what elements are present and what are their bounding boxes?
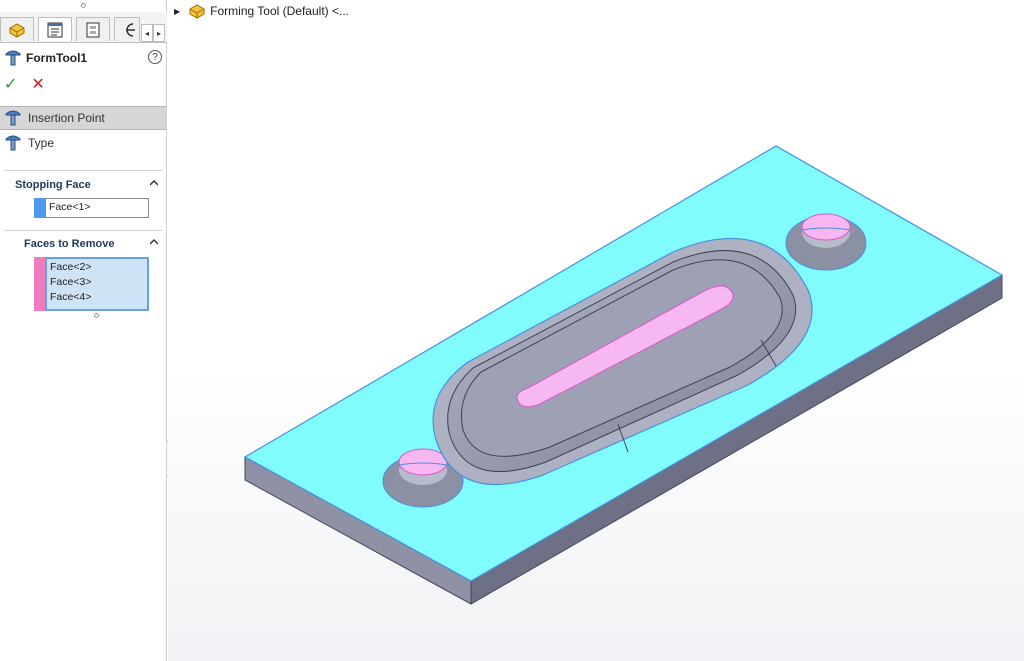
dimxpert-icon bbox=[126, 22, 135, 37]
property-manager-panel: ◂ ▸ FormTool1 ? ✓ ✕ Insertion Point Type… bbox=[0, 0, 167, 661]
tab-scroll-right-button[interactable]: ▸ bbox=[153, 24, 165, 42]
form-tool-icon bbox=[5, 50, 21, 66]
feature-title: FormTool1 bbox=[26, 51, 88, 65]
face-to-remove-top[interactable] bbox=[801, 213, 851, 241]
step-type[interactable]: Type bbox=[0, 131, 166, 155]
tab-feature-manager[interactable] bbox=[0, 17, 34, 41]
collapse-caret-icon[interactable] bbox=[150, 179, 158, 187]
list-item[interactable]: Face<2> bbox=[47, 260, 147, 275]
form-tool-icon bbox=[5, 135, 21, 151]
step-label: Insertion Point bbox=[28, 111, 105, 125]
configuration-manager-icon bbox=[86, 22, 100, 37]
property-manager-icon bbox=[47, 22, 63, 37]
faces-to-remove-list[interactable]: Face<2> Face<3> Face<4> bbox=[45, 257, 149, 311]
list-item[interactable]: Face<3> bbox=[47, 275, 147, 290]
panel-top-grip[interactable] bbox=[0, 0, 166, 10]
divider bbox=[4, 230, 162, 231]
manager-tabs: ◂ ▸ bbox=[0, 12, 167, 43]
tab-dimxpert[interactable] bbox=[114, 17, 140, 41]
stopping-face-list[interactable]: Face<1> bbox=[45, 198, 149, 218]
face-to-remove-top[interactable] bbox=[398, 448, 448, 476]
list-item[interactable]: Face<4> bbox=[47, 290, 147, 305]
help-button[interactable]: ? bbox=[148, 50, 162, 64]
tab-configuration-manager[interactable] bbox=[76, 17, 110, 41]
graphics-viewport[interactable]: ▶ Forming Tool (Default) <... bbox=[168, 0, 1024, 661]
step-label: Type bbox=[28, 136, 55, 150]
tab-scroll-left-button[interactable]: ◂ bbox=[141, 24, 153, 42]
form-tool-icon bbox=[5, 110, 21, 126]
group-faces-to-remove-header[interactable]: Faces to Remove bbox=[0, 235, 166, 253]
stopping-face-color-swatch bbox=[34, 198, 45, 218]
list-resize-grip[interactable] bbox=[94, 313, 99, 318]
tab-property-manager[interactable] bbox=[38, 17, 72, 41]
ok-button[interactable]: ✓ bbox=[4, 74, 17, 94]
group-title: Stopping Face bbox=[15, 179, 91, 191]
faces-to-remove-color-swatch bbox=[34, 257, 45, 311]
group-title: Faces to Remove bbox=[24, 238, 115, 250]
collapse-caret-icon[interactable] bbox=[150, 238, 158, 246]
group-stopping-face-header[interactable]: Stopping Face bbox=[0, 176, 166, 194]
step-insertion-point[interactable]: Insertion Point bbox=[0, 106, 166, 130]
divider bbox=[4, 170, 162, 171]
feature-title-row: FormTool1 ? bbox=[4, 48, 162, 68]
list-item[interactable]: Face<1> bbox=[46, 199, 148, 214]
cancel-button[interactable]: ✕ bbox=[31, 74, 44, 94]
feature-manager-icon bbox=[9, 22, 25, 38]
form-tool-model[interactable] bbox=[168, 0, 1024, 661]
ok-cancel-row: ✓ ✕ bbox=[4, 74, 45, 94]
